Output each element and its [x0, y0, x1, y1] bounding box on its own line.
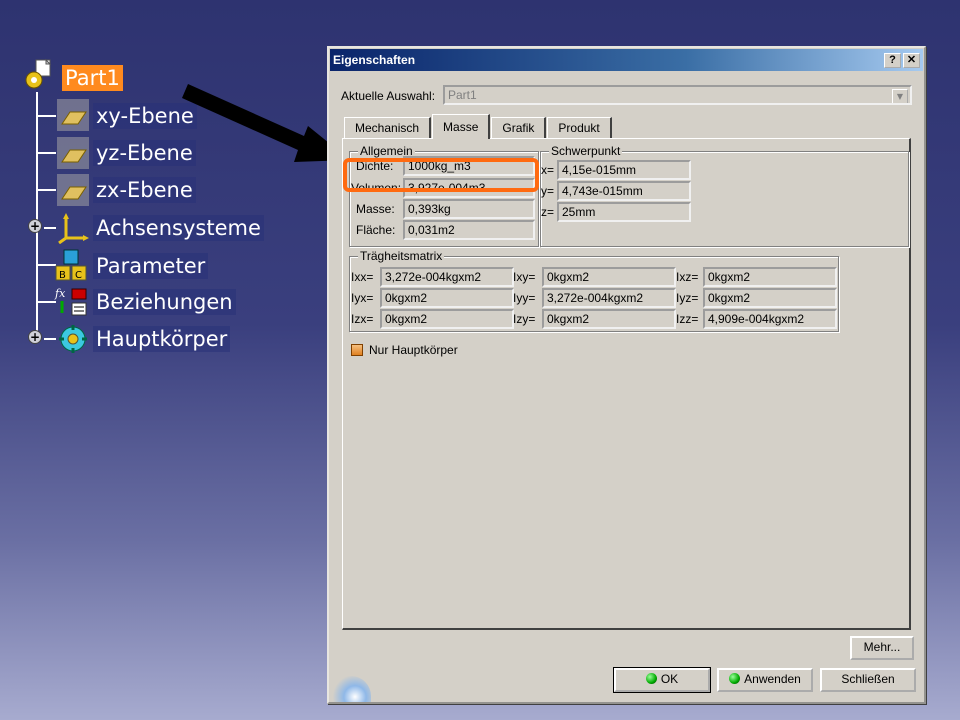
expand-icon[interactable]: + [28, 330, 42, 344]
close-dialog-button[interactable]: Schließen [820, 668, 916, 692]
tab-produkt[interactable]: Produkt [547, 117, 612, 139]
tree-connector [36, 189, 56, 191]
help-button[interactable]: ? [884, 52, 901, 68]
tree-connector [44, 227, 56, 229]
tree-node-parameters[interactable]: Parameter [93, 252, 209, 280]
selection-combo[interactable]: Part1 ▼ [443, 85, 912, 105]
ixz-label: Ixz= [676, 270, 699, 284]
iyz-label: Iyz= [676, 291, 699, 305]
iyz-field[interactable]: 0kgxm2 [703, 288, 837, 308]
plane-icon [56, 173, 90, 206]
tree-connector [44, 338, 56, 340]
apply-label: Anwenden [744, 672, 801, 686]
tree-connector [36, 115, 56, 117]
ok-label: OK [660, 672, 679, 686]
tab-masse[interactable]: Masse [432, 114, 491, 139]
svg-text:B: B [59, 270, 66, 281]
mass-field[interactable]: 0,393kg [403, 199, 535, 219]
cog-x-field[interactable]: 4,15e-015mm [557, 160, 691, 180]
plane-icon [56, 136, 90, 169]
chevron-down-icon[interactable]: ▼ [892, 89, 908, 103]
tree-node-zx-plane[interactable]: zx-Ebene [93, 176, 196, 204]
iyx-label: Iyx= [351, 291, 374, 305]
specification-tree: Part1 xy-Ebene yz-Ebene zx-Ebene + Achse… [0, 0, 320, 400]
iyy-field[interactable]: 3,272e-004kgxm2 [542, 288, 676, 308]
tree-connector [36, 301, 56, 303]
group-cog-title: Schwerpunkt [549, 144, 623, 158]
tree-node-part1[interactable]: Part1 [62, 64, 123, 92]
cog-y-field[interactable]: 4,743e-015mm [557, 181, 691, 201]
svg-text:C: C [75, 270, 82, 281]
tree-node-label: zx-Ebene [93, 177, 196, 203]
cog-z-label: z= [541, 205, 555, 219]
cog-x-label: x= [541, 163, 555, 177]
body-icon [56, 322, 90, 353]
tree-connector [36, 152, 56, 154]
izz-label: Izz= [676, 312, 699, 326]
dialog-titlebar[interactable]: Eigenschaften ? ✕ [330, 49, 923, 71]
main-body-only-checkbox[interactable] [351, 344, 363, 356]
part-icon[interactable] [22, 58, 56, 89]
density-highlight [343, 158, 539, 192]
tree-node-label: Beziehungen [93, 289, 236, 315]
tree-node-label: Achsensysteme [93, 215, 264, 241]
properties-dialog: Eigenschaften ? ✕ Aktuelle Auswahl: Part… [327, 46, 926, 704]
izz-field[interactable]: 4,909e-004kgxm2 [703, 309, 837, 329]
expand-icon[interactable]: + [28, 219, 42, 233]
tree-connector [36, 264, 56, 266]
izx-label: Izx= [351, 312, 374, 326]
tree-node-relations[interactable]: Beziehungen [93, 288, 236, 316]
relations-icon: fx [54, 285, 88, 316]
iyy-label: Iyy= [513, 291, 536, 305]
selection-value: Part1 [448, 88, 477, 102]
izx-field[interactable]: 0kgxm2 [380, 309, 514, 329]
ixx-label: Ixx= [351, 270, 374, 284]
tree-node-axis-systems[interactable]: Achsensysteme [93, 214, 264, 242]
more-button[interactable]: Mehr... [850, 636, 914, 660]
tab-panel-masse: Allgemein Dichte: 1000kg_m3 Volumen: 3,9… [342, 138, 911, 630]
svg-text:fx: fx [54, 287, 66, 300]
tree-node-label: Part1 [62, 65, 123, 91]
apply-button[interactable]: Anwenden [717, 668, 813, 692]
tree-node-main-body[interactable]: Hauptkörper [93, 325, 231, 353]
area-label: Fläche: [356, 223, 396, 237]
parameter-icon: BC [54, 248, 88, 281]
ixy-label: Ixy= [513, 270, 536, 284]
izy-field[interactable]: 0kgxm2 [542, 309, 676, 329]
tab-mechanisch[interactable]: Mechanisch [344, 117, 432, 139]
selection-label: Aktuelle Auswahl: [341, 89, 436, 103]
apply-status-icon [729, 673, 741, 684]
ok-button[interactable]: OK [613, 667, 711, 693]
ixy-field[interactable]: 0kgxm2 [542, 267, 676, 287]
group-inertia-title: Trägheitsmatrix [358, 249, 445, 263]
cog-z-field[interactable]: 25mm [557, 202, 691, 222]
ixx-field[interactable]: 3,272e-004kgxm2 [380, 267, 514, 287]
main-body-only-label: Nur Hauptkörper [369, 343, 458, 357]
tree-node-label: Hauptkörper [93, 326, 231, 352]
ok-status-icon [645, 673, 657, 684]
tab-grafik[interactable]: Grafik [491, 117, 547, 139]
iyx-field[interactable]: 0kgxm2 [380, 288, 514, 308]
dialog-title: Eigenschaften [333, 53, 416, 67]
area-field[interactable]: 0,031m2 [403, 220, 535, 240]
izy-label: Izy= [513, 312, 536, 326]
close-button[interactable]: ✕ [903, 52, 920, 68]
globe-logo [331, 676, 371, 702]
mass-label: Masse: [356, 202, 395, 216]
tree-node-label: Parameter [93, 253, 209, 279]
plane-icon [56, 98, 90, 131]
cog-y-label: y= [541, 184, 555, 198]
tab-bar: Mechanisch Masse Grafik Produkt [344, 114, 613, 139]
ixz-field[interactable]: 0kgxm2 [703, 267, 837, 287]
axis-system-icon [56, 210, 90, 245]
